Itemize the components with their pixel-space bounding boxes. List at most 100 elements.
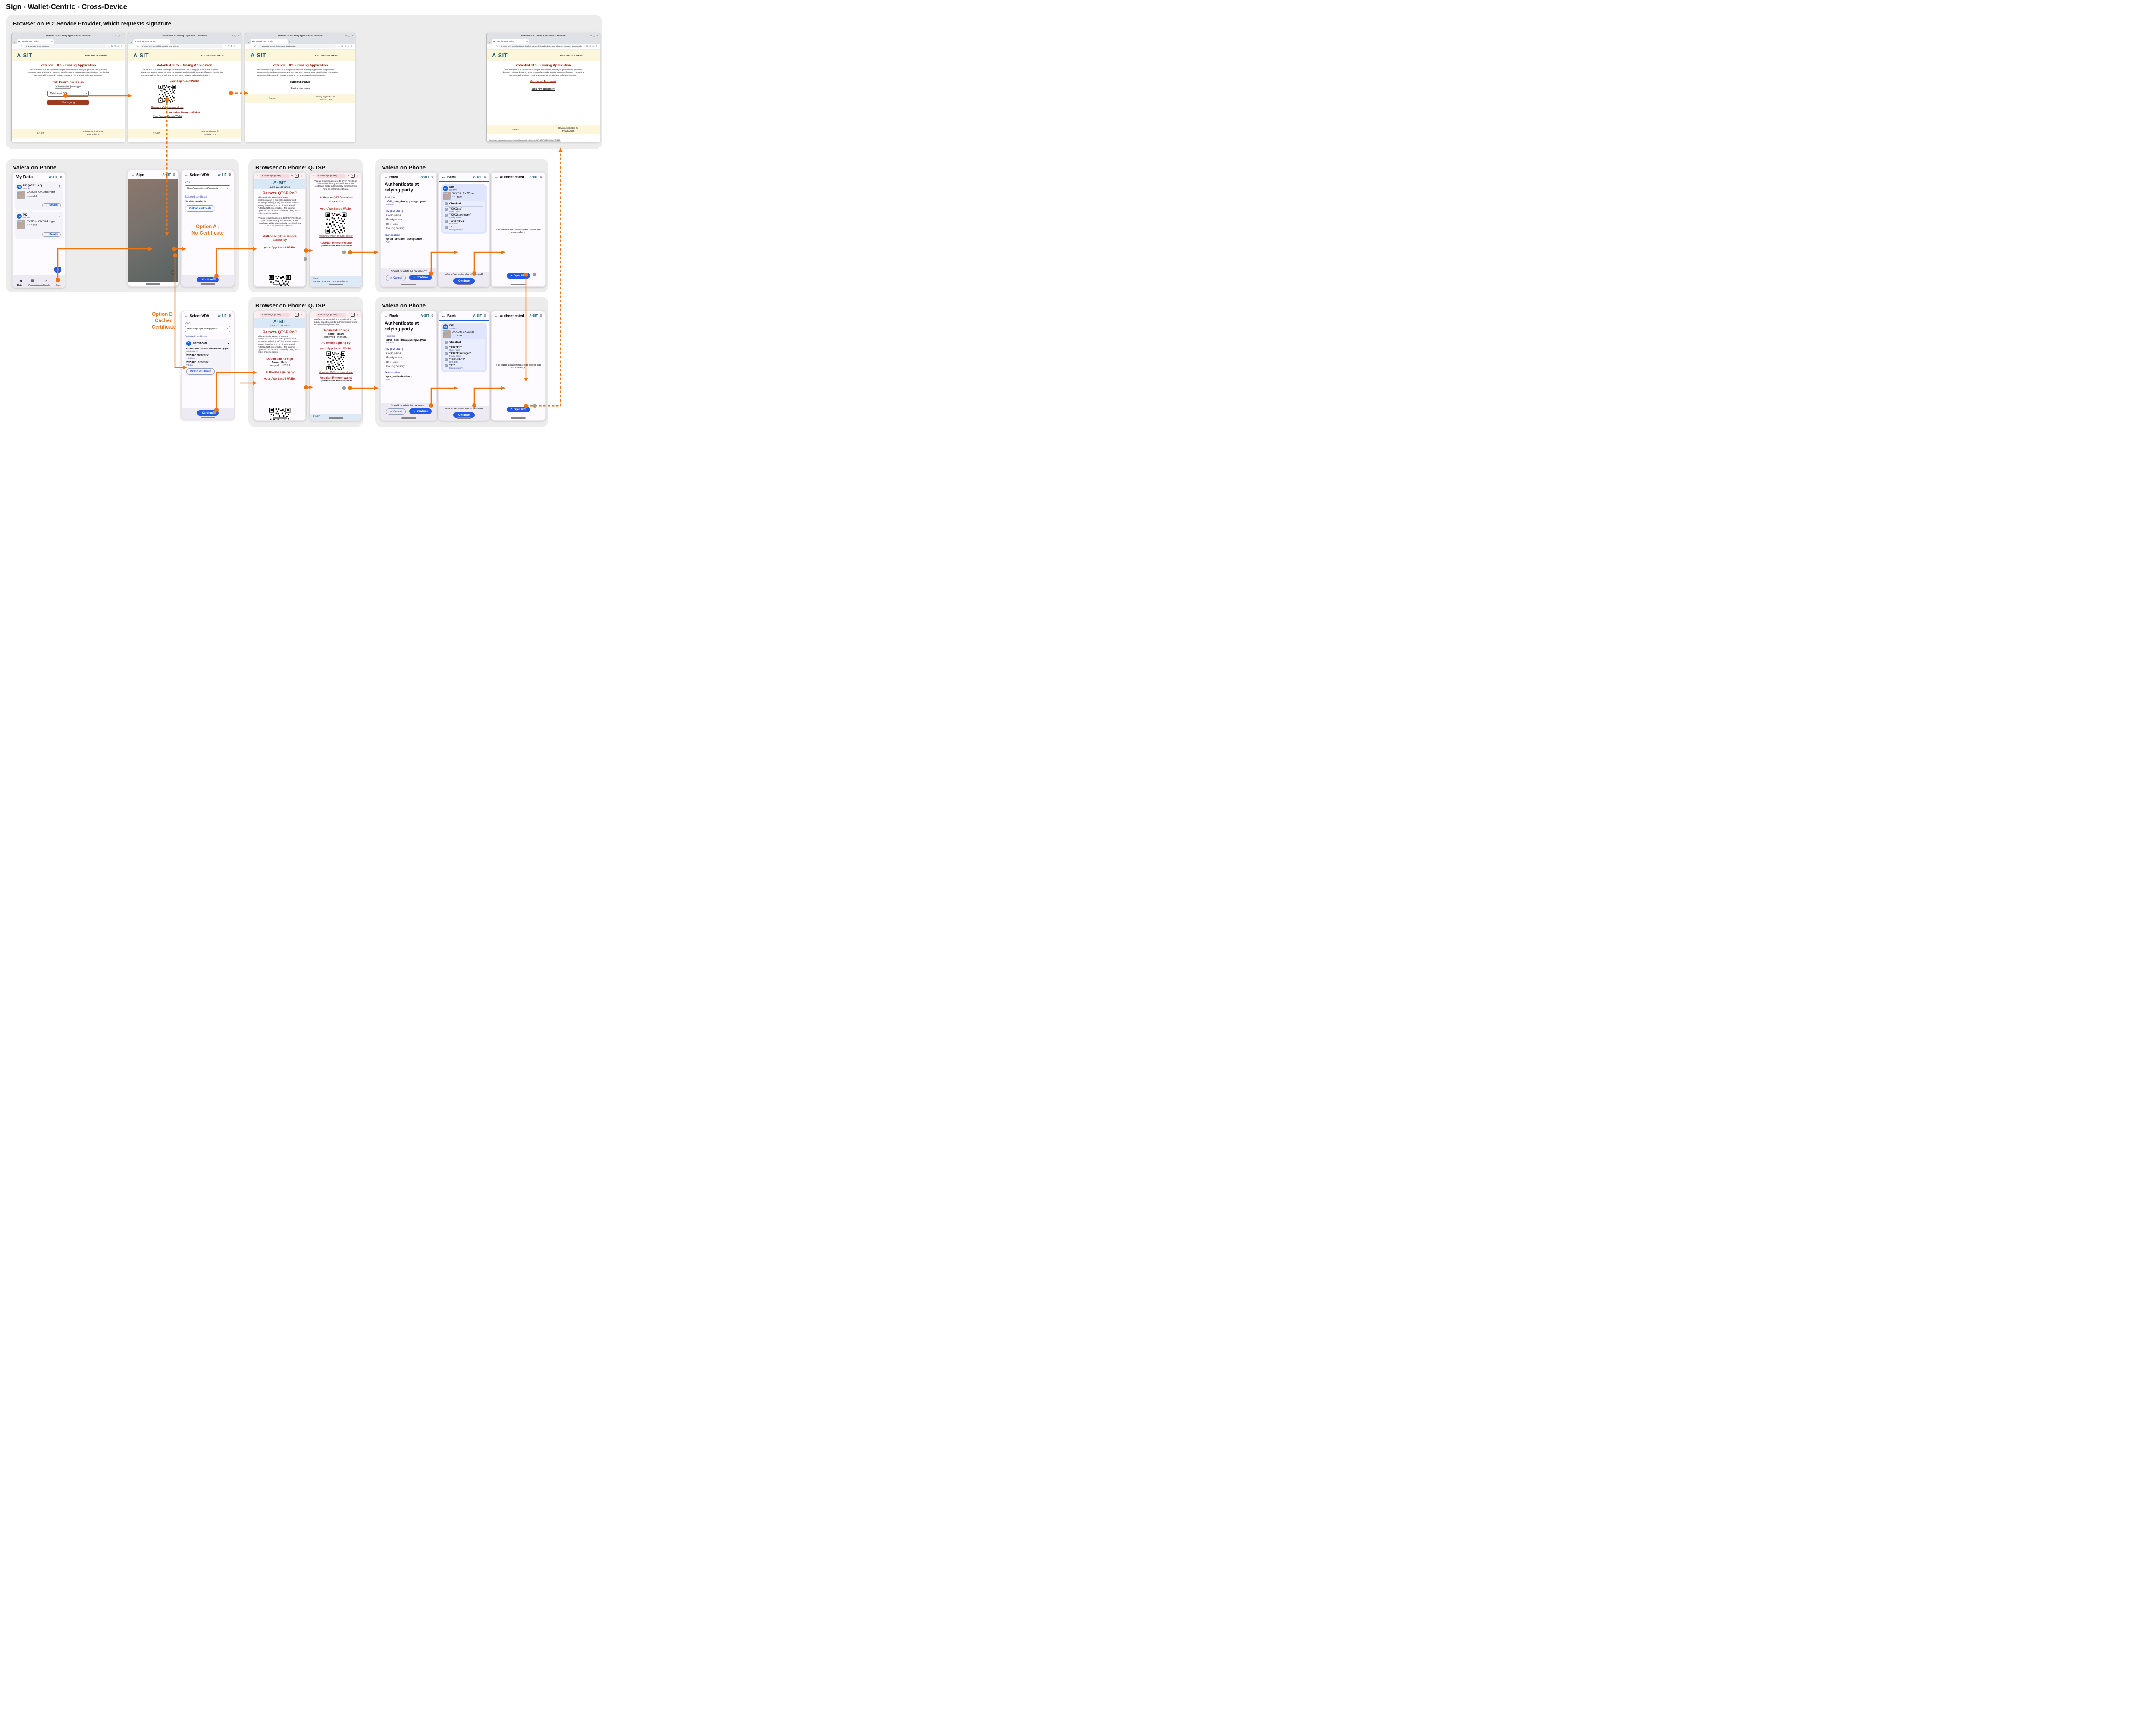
- back-icon[interactable]: ←: [494, 175, 498, 179]
- browser-tab[interactable]: Potential UC5 - Drivin✕: [492, 39, 529, 44]
- kebab-icon[interactable]: ⋮: [237, 45, 239, 48]
- nav-item-sign[interactable]: Sign: [56, 276, 61, 287]
- get-signed-document-link[interactable]: Get signed Document: [487, 80, 600, 83]
- extensions-icon[interactable]: ⧉: [342, 45, 343, 48]
- tab-count[interactable]: 3: [351, 174, 355, 178]
- beaker-icon[interactable]: ⚗: [114, 45, 116, 48]
- claim-row[interactable]: ✓ "AT"Issuing country: [445, 226, 483, 231]
- profile-icon[interactable]: ◎: [234, 45, 235, 48]
- gear-icon[interactable]: ⚙: [431, 175, 434, 179]
- kebab-icon[interactable]: ⋮: [357, 174, 360, 178]
- back-icon[interactable]: ←: [130, 45, 132, 48]
- checkbox-icon[interactable]: ✓: [445, 364, 448, 367]
- url-bar[interactable]: ⇅apps.egiz.gv.at/drivingapp/uploadToSign: [257, 44, 337, 48]
- star-icon[interactable]: ☆: [108, 45, 110, 48]
- profile-icon[interactable]: ◎: [117, 45, 119, 48]
- minimize-icon[interactable]: –: [345, 35, 347, 37]
- gear-icon[interactable]: ⚙: [484, 314, 486, 317]
- star-icon[interactable]: ☆: [338, 45, 340, 48]
- gear-icon[interactable]: ⚙: [173, 173, 175, 176]
- extensions-icon[interactable]: ⧉: [586, 45, 588, 48]
- site-info-icon[interactable]: ⇅: [259, 45, 261, 48]
- claim-row[interactable]: ✓ "XXXOttakringer"Family name: [445, 214, 483, 219]
- star-icon[interactable]: ☆: [224, 45, 226, 48]
- camera-shutter[interactable]: [171, 270, 175, 275]
- start-signing-button[interactable]: Start signing: [47, 100, 89, 105]
- maximize-icon[interactable]: ▢: [118, 35, 120, 37]
- open-remote-wallet-link[interactable]: Open Austrian Remote-Wallet: [310, 380, 361, 382]
- choose-files-button[interactable]: Choose Files: [55, 85, 71, 89]
- url-bar[interactable]: ⇅apps.egiz.gv.at/drivingapp/: [24, 44, 107, 48]
- back-label[interactable]: Back: [447, 175, 456, 179]
- url-pill[interactable]: ⇅apps.egiz.gv.at/q: [316, 313, 346, 317]
- cancel-button[interactable]: ✕Cancel: [386, 408, 406, 415]
- minimize-icon[interactable]: –: [115, 35, 116, 37]
- tab-close-icon[interactable]: ✕: [51, 40, 53, 43]
- new-tab-icon[interactable]: +: [291, 313, 293, 316]
- tab-close-icon[interactable]: ✕: [285, 40, 287, 43]
- open-wallet-same-device-link[interactable]: Open your Wallet on same device: [315, 235, 357, 238]
- back-icon[interactable]: ←: [184, 173, 188, 177]
- details-button[interactable]: →Details: [42, 232, 61, 237]
- expand-icon[interactable]: ↓: [411, 375, 412, 378]
- reload-icon[interactable]: ⟳: [21, 45, 22, 48]
- new-tab-icon[interactable]: +: [348, 313, 349, 316]
- url-pill[interactable]: ⇅apps.egiz.gv.at/q: [260, 174, 290, 178]
- nav-item-data[interactable]: Data: [17, 276, 22, 287]
- back-icon[interactable]: ←: [442, 175, 445, 179]
- checkbox-icon[interactable]: ✓: [445, 214, 448, 217]
- reload-icon[interactable]: ⟳: [137, 45, 139, 48]
- check-all-row[interactable]: ✓Check all: [445, 341, 483, 345]
- url-pill[interactable]: ⇅apps.egiz.gv.at/q: [316, 174, 346, 178]
- kebab-icon[interactable]: ⋮: [120, 45, 122, 48]
- gear-icon[interactable]: ⚙: [540, 314, 542, 317]
- minimize-icon[interactable]: –: [232, 35, 233, 37]
- continue-button[interactable]: Continue: [197, 410, 219, 416]
- window-titlebar[interactable]: Potential UC5 - Driving Application - Ch…: [128, 33, 241, 38]
- checkbox-icon[interactable]: ✓: [445, 208, 448, 211]
- continue-button[interactable]: Continue: [453, 278, 475, 284]
- beaker-icon[interactable]: ⚗: [230, 45, 232, 48]
- wallet-infos-link[interactable]: A-SIT WALLET INFOS: [85, 54, 107, 56]
- cancel-button[interactable]: ✕Cancel: [386, 275, 406, 281]
- gear-icon[interactable]: ⚙: [431, 314, 434, 317]
- close-icon[interactable]: ✕: [121, 35, 123, 37]
- gear-icon[interactable]: ⚙: [540, 175, 542, 179]
- back-icon[interactable]: ←: [494, 314, 498, 318]
- wallet-infos-link[interactable]: A-SIT WALLET INFOS: [201, 54, 224, 56]
- gear-icon[interactable]: ⚙: [229, 314, 231, 317]
- window-titlebar[interactable]: Potential UC5 - Driving Application - Ch…: [245, 33, 355, 38]
- browser-tab[interactable]: Potential UC5 - Drivin✕: [133, 39, 170, 44]
- continue-button[interactable]: →Continue: [409, 275, 432, 280]
- checkbox-icon[interactable]: ✓: [445, 226, 448, 229]
- back-icon[interactable]: ←: [131, 173, 135, 177]
- checkbox-icon[interactable]: ✓: [445, 346, 448, 349]
- back-icon[interactable]: ←: [14, 45, 16, 48]
- kebab-icon[interactable]: ⋮: [351, 45, 353, 48]
- claim-row[interactable]: ✓ "1983-01-01"Birth date: [445, 358, 483, 363]
- reload-icon[interactable]: ⟳: [496, 45, 498, 48]
- window-titlebar[interactable]: Potential UC5 - Driving Application - Ch…: [12, 33, 125, 38]
- url-bar[interactable]: ⇅apps.egiz.gv.at/drivingapp/wallet/proce…: [499, 44, 582, 48]
- new-tab-icon[interactable]: +: [291, 174, 293, 177]
- credential-card[interactable]: PID PID SD-JWT ⋮ Pass 2 XXXOtto XXXOttak…: [15, 212, 63, 239]
- wallet-infos-link[interactable]: A-SIT WALLET INFOS: [254, 186, 305, 188]
- checkbox-icon[interactable]: ✓: [445, 341, 448, 344]
- wallet-infos-link[interactable]: A-SIT WALLET INFOS: [315, 54, 338, 56]
- open-remote-wallet-link[interactable]: Open Austrian Remote-Wallet: [141, 115, 193, 118]
- profile-icon[interactable]: ◎: [592, 45, 594, 48]
- credential-card[interactable]: PID PID (ARF 1.8.0) SD-JWT ⋮ Pass 2 XXXO…: [15, 182, 63, 210]
- minimize-icon[interactable]: –: [590, 35, 592, 37]
- expand-icon[interactable]: ↓: [423, 238, 424, 241]
- add-credential-fab[interactable]: +: [54, 267, 61, 273]
- reload-icon[interactable]: ⟳: [254, 45, 256, 48]
- browser-tab[interactable]: Potential UC5 - Drivin✕: [251, 39, 288, 44]
- maximize-icon[interactable]: ▢: [593, 35, 595, 37]
- kebab-icon[interactable]: ⋮: [301, 313, 304, 317]
- home-icon[interactable]: ⌂: [313, 174, 314, 177]
- extensions-icon[interactable]: ⧉: [111, 45, 113, 48]
- star-icon[interactable]: ☆: [583, 45, 585, 48]
- checkbox-icon[interactable]: ✓: [445, 352, 448, 355]
- maximize-icon[interactable]: ▢: [234, 35, 236, 37]
- preload-certificate-button[interactable]: Preload certificate: [185, 205, 215, 212]
